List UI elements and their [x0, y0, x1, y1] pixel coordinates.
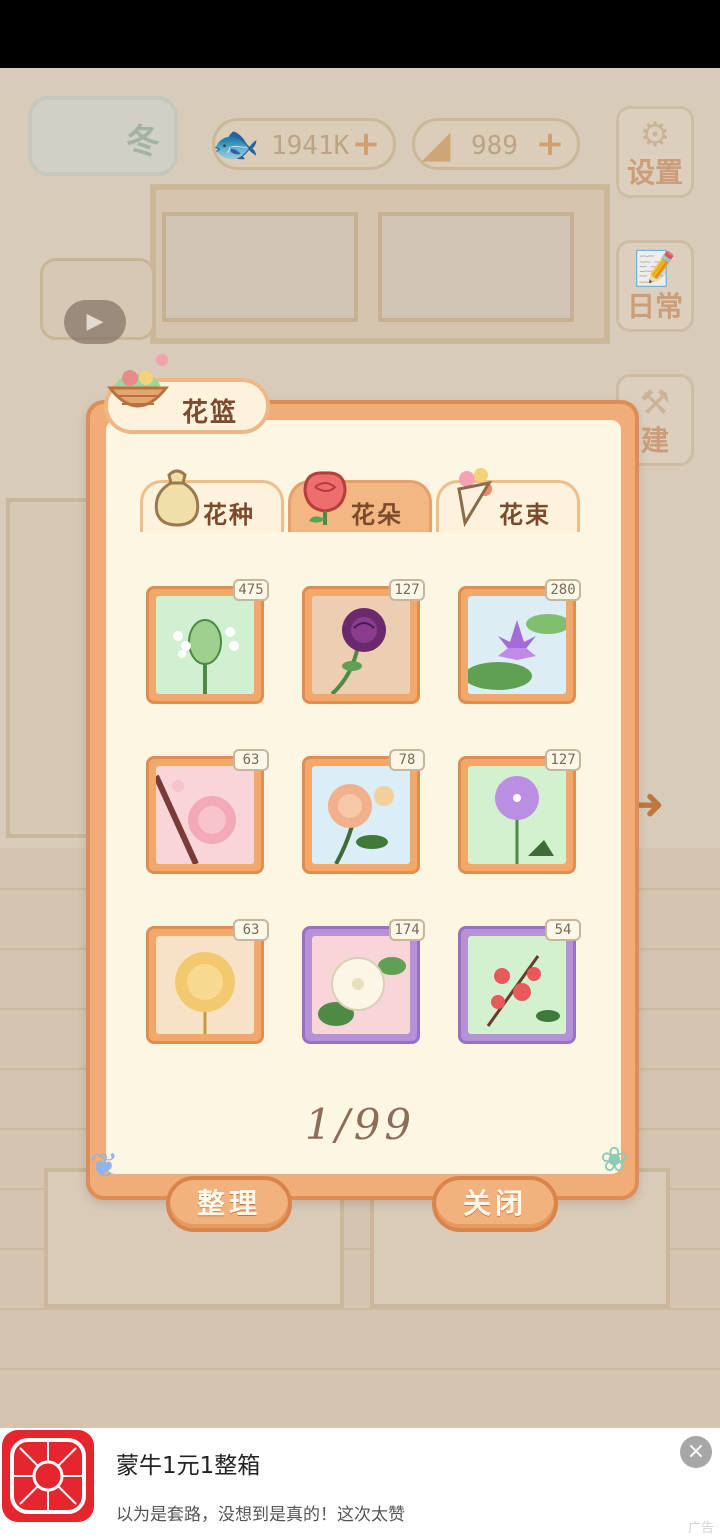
basket-icon	[106, 354, 170, 408]
hydrangea-icon	[156, 596, 254, 694]
close-button[interactable]: 关闭	[432, 1176, 558, 1232]
item-count: 63	[233, 749, 269, 771]
ad-tag: 广告	[687, 1521, 714, 1536]
item-count: 127	[389, 579, 425, 601]
ad-subtitle: 以为是套路，没想到是真的！这次太赞	[116, 1505, 405, 1525]
tab-flowers[interactable]: 花朵	[288, 471, 432, 532]
water-lily-icon	[468, 596, 566, 694]
tab-seeds-label: 花种	[203, 501, 255, 529]
chrysanthemum-icon	[156, 936, 254, 1034]
status-bar	[0, 0, 720, 68]
flower-item[interactable]: 127	[458, 749, 581, 874]
flower-item[interactable]: 78	[302, 749, 425, 874]
allium-icon	[468, 766, 566, 864]
butterfly-icon: ❦	[90, 1146, 119, 1186]
purple-rose-icon	[312, 596, 410, 694]
item-count: 78	[389, 749, 425, 771]
item-count: 280	[545, 579, 581, 601]
item-count: 127	[545, 749, 581, 771]
flower-item[interactable]: 280	[458, 579, 581, 704]
organize-button[interactable]: 整理	[166, 1176, 292, 1232]
ad-title: 蒙牛1元1整箱	[116, 1453, 261, 1479]
ad-banner[interactable]: 蒙牛1元1整箱 以为是套路，没想到是真的！这次太赞 × 广告	[0, 1428, 720, 1540]
morning-glory-icon	[312, 936, 410, 1034]
tab-bouquets-label: 花束	[499, 501, 551, 529]
item-count: 54	[545, 919, 581, 941]
camellia-icon	[156, 766, 254, 864]
ad-close-button[interactable]: ×	[680, 1436, 712, 1468]
bouquet-icon	[457, 468, 493, 527]
flower-item[interactable]: 54	[458, 919, 581, 1044]
item-count: 174	[389, 919, 425, 941]
seed-bag-icon	[154, 469, 200, 527]
flower-item[interactable]: 63	[146, 749, 269, 874]
flower-item[interactable]: 475	[146, 579, 269, 704]
dragonfly-icon: ❀	[600, 1140, 629, 1180]
peach-rose-icon	[312, 766, 410, 864]
flower-item[interactable]: 63	[146, 919, 269, 1044]
flower-item[interactable]: 127	[302, 579, 425, 704]
item-count: 475	[233, 579, 269, 601]
flower-item[interactable]: 174	[302, 919, 425, 1044]
dialog-title: 花篮	[182, 398, 239, 428]
page-indicator: 1/99	[304, 1100, 416, 1149]
tab-bouquets[interactable]: 花束	[436, 468, 580, 532]
pinduoduo-logo-icon	[2, 1430, 94, 1522]
red-blossom-icon	[468, 936, 566, 1034]
item-count: 63	[233, 919, 269, 941]
tab-flowers-label: 花朵	[351, 501, 403, 529]
rose-icon	[303, 471, 347, 525]
tab-seeds[interactable]: 花种	[140, 469, 284, 532]
